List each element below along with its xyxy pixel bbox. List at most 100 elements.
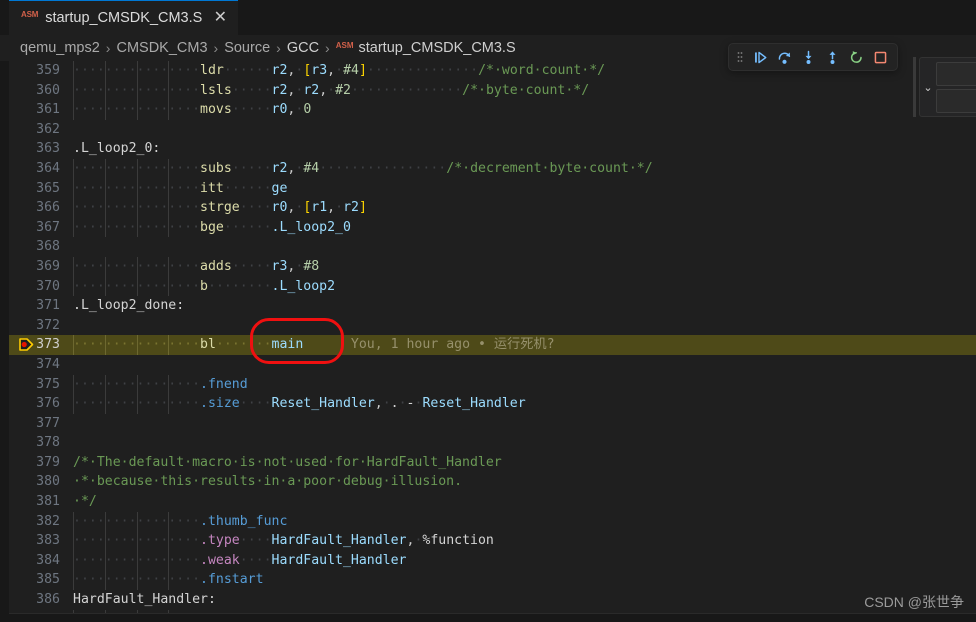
- breadcrumb-item-source[interactable]: Source: [224, 40, 270, 56]
- code-line[interactable]: 378: [9, 433, 976, 453]
- code-line[interactable]: 379 /*·The·default·macro·is·not·used·for·…: [9, 453, 976, 473]
- code-line[interactable]: 385 ················.fnstart: [9, 570, 976, 591]
- code-line[interactable]: 366 ················strge····r0,·[r1,·r2]: [9, 198, 976, 218]
- code-line[interactable]: 364 ················subs·····r2,·#4······…: [9, 158, 976, 179]
- code-line-content: [73, 316, 976, 336]
- code-token-dir: .size: [200, 396, 240, 412]
- code-line[interactable]: 384 ················.weak····HardFault_Ha…: [9, 550, 976, 571]
- line-number: 383: [36, 533, 60, 549]
- code-token-ws: ················: [73, 258, 201, 274]
- code-token-reg: ge: [271, 180, 288, 196]
- code-line[interactable]: 375 ················.fnend: [9, 374, 976, 395]
- line-number: 365: [36, 180, 60, 196]
- tab-label: startup_CMSDK_CM3.S: [45, 9, 203, 26]
- code-line-content: .L_loop2_done:: [73, 296, 976, 316]
- peek-widget[interactable]: ⌄: [919, 57, 976, 117]
- line-number: 374: [36, 356, 60, 372]
- code-line[interactable]: 381 ·*/: [9, 492, 976, 512]
- chevron-right-icon: ›: [105, 40, 111, 56]
- code-line[interactable]: 365 ················itt······ge: [9, 178, 976, 199]
- code-line-content: ················movs·····r0,·0: [73, 100, 976, 120]
- code-line-content: ················.type····HardFault_Handl…: [73, 531, 976, 551]
- breadcrumb-item-cmsdk-cm3[interactable]: CMSDK_CM3: [116, 40, 207, 56]
- close-icon[interactable]: ✕: [211, 9, 229, 27]
- line-number: 364: [36, 160, 60, 176]
- editor-tab-bar: ASM startup_CMSDK_CM3.S ✕: [0, 0, 976, 35]
- code-line[interactable]: 383 ················.type····HardFault_Ha…: [9, 531, 976, 551]
- code-line[interactable]: 367 ················bge······.L_loop2_0: [9, 217, 976, 238]
- code-editor[interactable]: 359 ················ldr······r2,·[r3,·#4]…: [9, 61, 976, 614]
- code-token-ws: ················: [73, 160, 201, 176]
- vscode-window: ASM startup_CMSDK_CM3.S ✕ qemu_mps2 › CM…: [0, 0, 976, 622]
- debug-step-over-button[interactable]: [773, 46, 795, 68]
- code-token-id: .L_loop2_0: [271, 219, 351, 235]
- debug-step-out-button[interactable]: [821, 46, 843, 68]
- code-line-content: ················subs·····r2,·#4·········…: [73, 158, 976, 179]
- code-line-content: ················lsls·····r2,·r2,·#2·····…: [73, 80, 976, 101]
- code-line-content: HardFault_Handler:: [73, 590, 976, 610]
- debug-current-line-breakpoint-icon[interactable]: [19, 338, 34, 352]
- code-line-content: ················adds·····r3,·#8: [73, 256, 976, 277]
- code-token-instr: strge: [200, 200, 240, 216]
- code-line[interactable]: 382 ················.thumb_func: [9, 511, 976, 532]
- tab-startup-cmsdk-cm3-s[interactable]: ASM startup_CMSDK_CM3.S ✕: [9, 0, 239, 35]
- widget-box[interactable]: [936, 88, 976, 113]
- code-line[interactable]: 372: [9, 316, 976, 336]
- code-line[interactable]: 376 ················.size····Reset_Handle…: [9, 394, 976, 414]
- line-number: 369: [36, 258, 60, 274]
- code-line[interactable]: 362: [9, 120, 976, 140]
- chevron-right-icon: ›: [213, 40, 219, 56]
- code-line[interactable]: 373 ················bl·······main You, 1 …: [9, 335, 976, 355]
- code-token-reg: r2: [271, 82, 288, 98]
- code-line[interactable]: 363 .L_loop2_0:: [9, 139, 976, 159]
- drag-handle-icon[interactable]: [735, 46, 745, 68]
- git-blame-annotation[interactable]: You, 1 hour ago • 运行死机?: [303, 337, 555, 352]
- code-line[interactable]: 371 .L_loop2_done:: [9, 296, 976, 316]
- breadcrumb-item-qemu-mps2[interactable]: qemu_mps2: [20, 40, 100, 56]
- code-token-ws: ·····: [231, 82, 272, 98]
- code-token-ws: ·: [398, 396, 407, 412]
- line-number: 371: [36, 298, 60, 314]
- debug-restart-button[interactable]: [845, 46, 867, 68]
- widget-box[interactable]: [936, 61, 976, 86]
- line-number: 360: [36, 82, 60, 98]
- code-token-punc: ,: [327, 63, 336, 78]
- debug-step-into-button[interactable]: [797, 46, 819, 68]
- chevron-down-icon[interactable]: ⌄: [920, 81, 936, 94]
- code-line[interactable]: 374: [9, 355, 976, 375]
- code-line[interactable]: 361 ················movs·····r0,·0: [9, 100, 976, 120]
- code-line[interactable]: 360 ················lsls·····r2,·r2,·#2··…: [9, 80, 976, 101]
- code-token-ws: ················: [319, 160, 447, 176]
- code-token-num: #8: [303, 258, 320, 274]
- code-token-ws: ················: [73, 513, 201, 529]
- code-token-punc: ,: [327, 200, 336, 216]
- line-number: 376: [36, 396, 60, 412]
- code-line[interactable]: 369 ················adds·····r3,·#8: [9, 256, 976, 277]
- code-line[interactable]: 370 ················b········.L_loop2: [9, 276, 976, 297]
- code-line-content: /*·The·default·macro·is·not·used·for·Har…: [73, 453, 976, 473]
- code-token-plain: -: [406, 396, 415, 412]
- code-line[interactable]: 380 ·*·because·this·results·in·a·poor·deb…: [9, 472, 976, 492]
- line-number: 372: [36, 317, 60, 333]
- code-token-ws: ················: [73, 572, 201, 588]
- breadcrumb-item-file[interactable]: startup_CMSDK_CM3.S: [359, 40, 516, 56]
- code-line-content: ················bge······.L_loop2_0: [73, 217, 976, 238]
- debug-toolbar[interactable]: [728, 43, 898, 71]
- code-token-reg: r2: [343, 200, 359, 216]
- code-token-ws: ··············: [366, 63, 479, 78]
- code-token-ws: ·····: [231, 258, 272, 274]
- code-line-content: ················.thumb_func: [73, 511, 976, 532]
- code-token-id: HardFault_Handler: [271, 552, 407, 568]
- code-line[interactable]: 386 HardFault_Handler:: [9, 590, 976, 610]
- breadcrumb-item-gcc[interactable]: GCC: [287, 40, 319, 56]
- code-token-dir: .fnend: [200, 376, 248, 392]
- line-number: 382: [36, 513, 60, 529]
- code-token-ws: ·····: [231, 160, 272, 176]
- debug-stop-button[interactable]: [869, 46, 891, 68]
- debug-continue-button[interactable]: [749, 46, 771, 68]
- code-line[interactable]: 368: [9, 237, 976, 257]
- code-line[interactable]: 377: [9, 414, 976, 434]
- code-token-lbl: .L_loop2_done:: [73, 298, 185, 314]
- code-token-ws: ··············: [351, 82, 463, 98]
- chevron-right-icon: ›: [325, 40, 330, 56]
